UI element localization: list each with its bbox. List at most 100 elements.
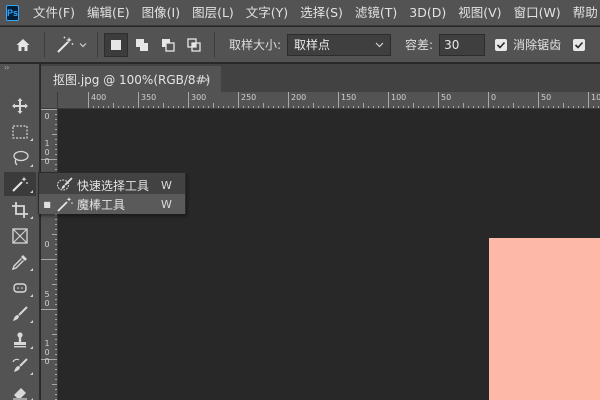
ruler-label: 200	[291, 93, 307, 102]
eyedropper-icon	[11, 255, 27, 271]
home-button[interactable]	[8, 31, 38, 59]
frame-tool[interactable]	[4, 224, 36, 248]
menu-filter[interactable]: 滤镜(T)	[349, 0, 403, 26]
menu-window[interactable]: 窗口(W)	[508, 0, 567, 26]
ruler-label: 350	[141, 93, 157, 102]
toolbox: ››	[0, 64, 40, 400]
ruler-label: 1 0 0	[44, 339, 50, 366]
ruler-label: 100	[391, 93, 407, 102]
stamp-tool[interactable]	[4, 328, 36, 352]
divider	[97, 31, 98, 58]
ruler-label: 100	[591, 93, 600, 102]
divider	[214, 31, 215, 58]
move-icon	[12, 98, 28, 114]
horizontal-ruler-ticks	[88, 92, 599, 108]
horizontal-ruler[interactable]: 400 350 300 250 200 150 100 50 0 50 100	[58, 92, 600, 109]
subtract-from-selection-icon	[162, 38, 175, 52]
ruler-label: 0	[491, 93, 497, 102]
brush-tool[interactable]	[4, 302, 36, 326]
checkmark-icon	[497, 41, 506, 49]
ruler-label: 400	[91, 93, 107, 102]
document-image[interactable]	[489, 238, 600, 400]
tool-preset-picker[interactable]	[51, 35, 91, 55]
ruler-label: 150	[341, 93, 357, 102]
tool-flyout-menu: 快速选择工具 W ■ 魔棒工具 W	[38, 172, 186, 214]
frame-icon	[12, 228, 28, 244]
close-icon[interactable]: ×	[202, 73, 211, 86]
history-brush-icon	[12, 358, 28, 372]
marquee-tool[interactable]	[4, 120, 36, 144]
menu-items: 文件(F) 编辑(E) 图像(I) 图层(L) 文字(Y) 选择(S) 滤镜(T…	[27, 0, 600, 26]
spot-healing-icon	[13, 283, 27, 293]
magic-wand-icon	[12, 176, 28, 192]
flyout-item-label: 快速选择工具	[77, 178, 150, 193]
ruler-label: 1 0 0	[44, 139, 50, 166]
add-to-selection-icon	[136, 38, 148, 51]
menu-type[interactable]: 文字(Y)	[240, 0, 294, 26]
ruler-label: 5 0	[44, 290, 50, 308]
new-selection-icon	[111, 39, 121, 50]
eyedropper-tool[interactable]	[4, 250, 36, 274]
sample-size-value: 取样点	[294, 38, 331, 52]
ruler-label: 50	[441, 93, 452, 102]
menu-help[interactable]: 帮助	[567, 0, 600, 26]
sample-size-select[interactable]: 取样点	[287, 33, 392, 56]
flyout-item-shortcut: W	[161, 197, 172, 211]
document-tab-bar: 抠图.jpg @ 100%(RGB/8#) ×	[41, 64, 600, 92]
menu-select[interactable]: 选择(S)	[294, 0, 349, 26]
quick-selection-icon	[56, 177, 73, 191]
move-tool[interactable]	[4, 94, 36, 118]
divider	[44, 31, 45, 58]
tolerance-input[interactable]: 30	[439, 33, 486, 56]
toolbox-collapse-toggle[interactable]: ››	[0, 64, 39, 74]
ruler-origin[interactable]	[41, 92, 58, 109]
crop-icon	[12, 202, 28, 218]
chevron-down-icon	[79, 42, 87, 47]
sample-size-label: 取样大小:	[229, 38, 282, 52]
chevron-down-icon	[375, 42, 384, 48]
eraser-tool[interactable]	[4, 380, 36, 400]
clone-stamp-icon	[14, 332, 26, 348]
healing-tool[interactable]	[4, 276, 36, 300]
menu-view[interactable]: 视图(V)	[452, 0, 507, 26]
flyout-item-magic-wand[interactable]: ■ 魔棒工具 W	[39, 194, 185, 214]
history-brush-tool[interactable]	[4, 354, 36, 378]
menu-file[interactable]: 文件(F)	[27, 0, 81, 26]
ruler-label: 50	[541, 93, 552, 102]
add-to-selection-button[interactable]	[130, 33, 154, 57]
flyout-item-shortcut: W	[161, 178, 172, 192]
ruler-label: 300	[191, 93, 207, 102]
menu-bar: Ps 文件(F) 编辑(E) 图像(I) 图层(L) 文字(Y) 选择(S) 滤…	[0, 0, 600, 26]
vertical-ruler[interactable]: 0 1 0 0 5 0 0 5 0 1 0 0	[41, 109, 58, 400]
intersect-selection-button[interactable]	[182, 33, 206, 57]
crop-tool[interactable]	[4, 198, 36, 222]
magic-wand-tool[interactable]	[4, 172, 36, 196]
photoshop-logo: Ps	[6, 4, 20, 21]
menu-image[interactable]: 图像(I)	[136, 0, 186, 26]
canvas-area[interactable]	[58, 109, 600, 400]
lasso-tool[interactable]	[4, 146, 36, 170]
flyout-item-label: 魔棒工具	[77, 197, 126, 212]
magic-wand-icon	[57, 197, 73, 212]
lasso-icon	[13, 150, 29, 166]
options-bar: 取样大小: 取样点 容差: 30 消除锯齿	[0, 27, 600, 63]
new-selection-button[interactable]	[104, 32, 128, 57]
menu-layer[interactable]: 图层(L)	[186, 0, 240, 26]
subtract-from-selection-button[interactable]	[156, 33, 180, 57]
ruler-label: 250	[241, 93, 257, 102]
document-tab[interactable]: 抠图.jpg @ 100%(RGB/8#) ×	[41, 66, 221, 92]
brush-icon	[13, 306, 28, 321]
eraser-icon	[13, 388, 27, 400]
rectangular-marquee-icon	[12, 125, 28, 139]
ruler-label: 0	[44, 240, 50, 249]
contiguous-checkbox[interactable]	[573, 38, 586, 51]
menu-3d[interactable]: 3D(D)	[403, 0, 452, 26]
home-icon	[16, 38, 30, 51]
flyout-item-quick-selection[interactable]: 快速选择工具 W	[39, 175, 185, 195]
menu-edit[interactable]: 编辑(E)	[81, 0, 136, 26]
selected-bullet: ■	[43, 199, 51, 209]
antialias-label: 消除锯齿	[513, 38, 562, 52]
tolerance-label: 容差:	[405, 38, 434, 52]
checkmark-icon	[575, 41, 584, 49]
antialias-checkbox[interactable]	[495, 38, 508, 51]
